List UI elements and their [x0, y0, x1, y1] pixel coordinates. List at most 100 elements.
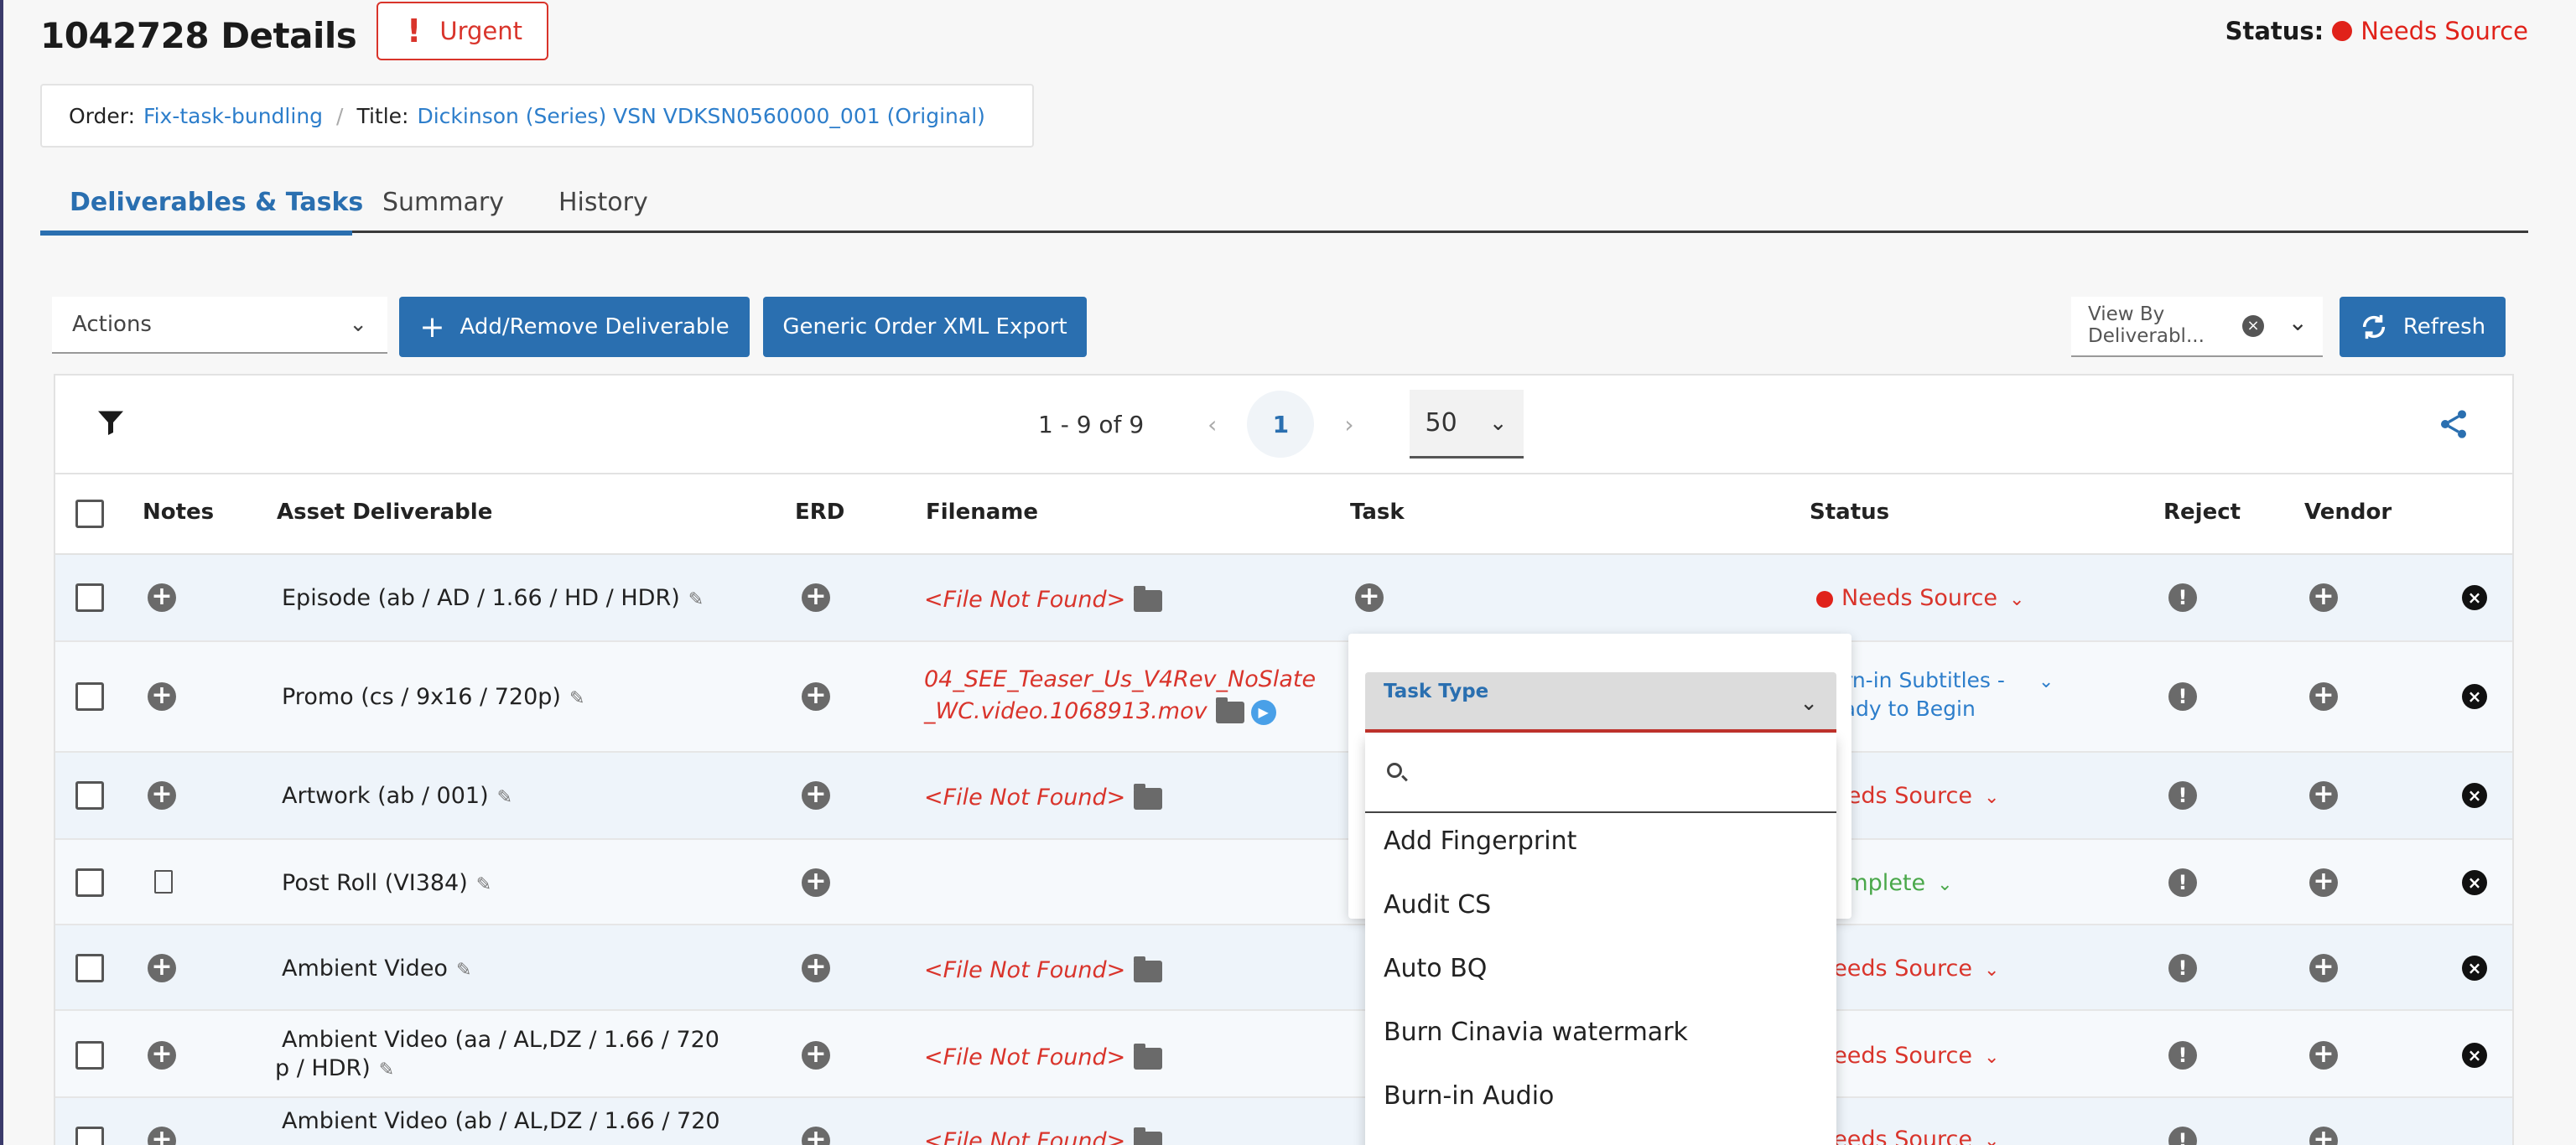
pencil-icon[interactable]: ✎: [456, 960, 471, 981]
per-page-select[interactable]: 50 ⌄: [1409, 390, 1524, 459]
add-remove-deliverable-button[interactable]: + Add/Remove Deliverable: [399, 297, 750, 357]
select-all-checkbox[interactable]: [75, 500, 104, 528]
asset-name: Promo (cs / 9x16 / 720p) ✎: [282, 684, 585, 710]
reject-icon[interactable]: !: [2168, 1041, 2197, 1070]
option-auto-bq[interactable]: Auto BQ: [1384, 954, 1487, 983]
add-note-icon[interactable]: +: [148, 954, 176, 982]
reject-icon[interactable]: !: [2168, 583, 2197, 612]
breadcrumb-separator: /: [336, 103, 344, 128]
filename: <File Not Found>: [924, 585, 1163, 613]
pencil-icon[interactable]: ✎: [497, 787, 512, 808]
add-erd-icon[interactable]: +: [802, 954, 830, 982]
add-note-icon[interactable]: +: [148, 682, 176, 711]
add-task-icon[interactable]: +: [1355, 583, 1384, 612]
pencil-icon[interactable]: ✎: [569, 688, 584, 709]
row-status[interactable]: Needs Source ⌄: [1816, 1127, 1999, 1145]
remove-row-icon[interactable]: ×: [2462, 684, 2487, 709]
remove-row-icon[interactable]: ×: [2462, 783, 2487, 808]
col-notes: Notes: [143, 500, 215, 525]
row-checkbox[interactable]: [75, 1041, 104, 1070]
filter-icon[interactable]: [96, 407, 126, 438]
option-burn-in-audio[interactable]: Burn-in Audio: [1384, 1081, 1554, 1111]
row-checkbox[interactable]: [75, 868, 104, 897]
chevron-down-icon: ⌄: [2288, 308, 2308, 336]
row-checkbox[interactable]: [75, 583, 104, 612]
row-status[interactable]: Burn-in Subtitles - ⌄ Ready to Begin: [1816, 667, 2054, 723]
pencil-icon[interactable]: ✎: [476, 874, 491, 895]
folder-icon[interactable]: [1134, 783, 1163, 810]
add-erd-icon[interactable]: +: [802, 583, 830, 612]
order-status: Status: Needs Source: [2225, 17, 2528, 45]
option-audit-cs[interactable]: Audit CS: [1384, 890, 1491, 920]
row-checkbox[interactable]: [75, 1127, 104, 1145]
add-vendor-icon[interactable]: +: [2309, 1041, 2338, 1070]
play-icon[interactable]: ▶: [1250, 699, 1276, 725]
tab-summary[interactable]: Summary: [382, 188, 504, 217]
tab-history[interactable]: History: [558, 188, 648, 217]
add-vendor-icon[interactable]: +: [2309, 583, 2338, 612]
reject-icon[interactable]: !: [2168, 1127, 2197, 1145]
reject-icon[interactable]: !: [2168, 868, 2197, 897]
share-icon[interactable]: [2437, 407, 2470, 441]
row-checkbox[interactable]: [75, 781, 104, 810]
add-vendor-icon[interactable]: +: [2309, 868, 2338, 897]
xml-export-button[interactable]: Generic Order XML Export: [763, 297, 1087, 357]
col-erd: ERD: [795, 500, 845, 525]
clear-icon[interactable]: ×: [2242, 315, 2264, 337]
add-erd-icon[interactable]: +: [802, 868, 830, 897]
refresh-button[interactable]: Refresh: [2340, 297, 2506, 357]
document-icon[interactable]: [154, 870, 173, 894]
folder-icon[interactable]: [1134, 1127, 1163, 1145]
row-checkbox[interactable]: [75, 682, 104, 711]
reject-icon[interactable]: !: [2168, 954, 2197, 982]
remove-row-icon[interactable]: ×: [2462, 1043, 2487, 1068]
add-note-icon[interactable]: +: [148, 781, 176, 810]
next-page-icon[interactable]: ›: [1344, 411, 1353, 438]
filename[interactable]: 04_SEE_Teaser_Us_V4Rev_NoSlate _WC.video…: [924, 664, 1316, 728]
row-status[interactable]: Needs Source ⌄: [1816, 1043, 1999, 1069]
page-button[interactable]: 1: [1247, 391, 1315, 458]
deliverables-table-card: 1 - 9 of 9 ‹ 1 › 50 ⌄ Notes Asset Delive…: [54, 374, 2514, 1145]
folder-icon[interactable]: [1134, 585, 1163, 612]
remove-row-icon[interactable]: ×: [2462, 956, 2487, 981]
row-status[interactable]: Needs Source ⌄: [1816, 585, 2024, 611]
add-erd-icon[interactable]: +: [802, 781, 830, 810]
add-note-icon[interactable]: +: [148, 583, 176, 612]
prev-page-icon[interactable]: ‹: [1208, 411, 1217, 438]
order-link[interactable]: Fix-task-bundling: [143, 104, 323, 128]
add-erd-icon[interactable]: +: [802, 1127, 830, 1145]
view-by-dropdown[interactable]: View By Deliverabl... × ⌄: [2071, 297, 2323, 357]
task-type-label: Task Type: [1384, 681, 1489, 702]
option-add-fingerprint[interactable]: Add Fingerprint: [1384, 826, 1576, 856]
col-task: Task: [1350, 500, 1405, 525]
folder-icon[interactable]: [1134, 956, 1163, 982]
row-status[interactable]: Needs Source ⌄: [1816, 956, 1999, 982]
col-vendor: Vendor: [2304, 500, 2392, 525]
asset-name: Artwork (ab / 001) ✎: [282, 783, 513, 809]
add-note-icon[interactable]: +: [148, 1041, 176, 1070]
pencil-icon[interactable]: ✎: [688, 589, 704, 610]
actions-dropdown[interactable]: Actions ⌄: [52, 297, 387, 354]
folder-icon[interactable]: [1134, 1043, 1163, 1070]
task-search-input[interactable]: [1365, 734, 1836, 813]
add-erd-icon[interactable]: +: [802, 682, 830, 711]
task-type-select[interactable]: Task Type ⌄: [1365, 672, 1836, 733]
title-link[interactable]: Dickinson (Series) VSN VDKSN0560000_001 …: [417, 104, 984, 128]
option-burn-cinavia-watermark[interactable]: Burn Cinavia watermark: [1384, 1018, 1688, 1047]
reject-icon[interactable]: !: [2168, 781, 2197, 810]
table-row: Post Roll (VI384) ✎ + Complete ⌄ ! + ×: [55, 840, 2512, 925]
add-vendor-icon[interactable]: +: [2309, 954, 2338, 982]
add-erd-icon[interactable]: +: [802, 1041, 830, 1070]
remove-row-icon[interactable]: ×: [2462, 585, 2487, 610]
add-note-icon[interactable]: +: [148, 1127, 176, 1145]
reject-icon[interactable]: !: [2168, 682, 2197, 711]
add-vendor-icon[interactable]: +: [2309, 781, 2338, 810]
row-checkbox[interactable]: [75, 954, 104, 982]
tab-deliverables-tasks[interactable]: Deliverables & Tasks: [70, 188, 363, 217]
pencil-icon[interactable]: ✎: [379, 1060, 394, 1080]
folder-icon[interactable]: [1215, 697, 1244, 723]
add-vendor-icon[interactable]: +: [2309, 1127, 2338, 1145]
remove-row-icon[interactable]: ×: [2462, 870, 2487, 895]
exclamation-icon: !: [407, 13, 422, 49]
add-vendor-icon[interactable]: +: [2309, 682, 2338, 711]
